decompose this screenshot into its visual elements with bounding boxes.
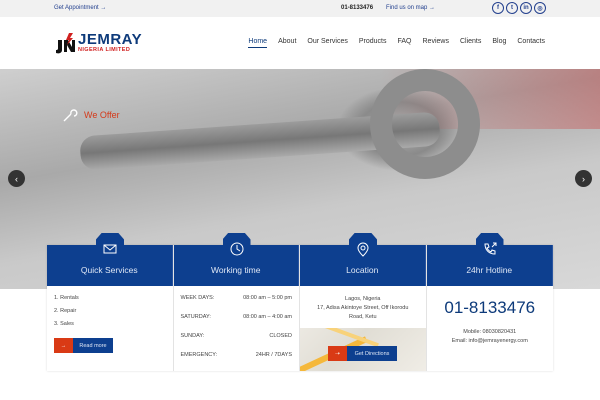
header: JEMRAY NIGERIA LIMITED Home About Our Se… bbox=[0, 17, 600, 69]
mobile-number: Mobile: 08030820431 bbox=[463, 329, 517, 335]
hotline-card: 24hr Hotline 01-8133476 Mobile: 08030820… bbox=[426, 233, 553, 371]
get-directions-button[interactable]: ⇢ Get Directions bbox=[328, 346, 397, 361]
get-appointment-link[interactable]: Get Appointment → bbox=[54, 5, 106, 11]
working-time-card: Working time WEEK DAYS: 08:00 am – 5:00 p… bbox=[173, 233, 300, 371]
nav-blog[interactable]: Blog bbox=[492, 38, 506, 48]
nav-reviews[interactable]: Reviews bbox=[423, 38, 449, 48]
get-directions-label: Get Directions bbox=[347, 346, 397, 361]
day-label: WEEK DAYS: bbox=[180, 295, 215, 301]
slider-prev-button[interactable]: ‹ bbox=[8, 170, 25, 187]
facebook-icon[interactable]: f bbox=[492, 2, 504, 14]
email-address[interactable]: Email: info@jemrayenergy.com bbox=[434, 337, 547, 346]
top-bar: Get Appointment → 01-8133476 Find us on … bbox=[0, 0, 600, 17]
arrow-right-icon: → bbox=[54, 338, 73, 353]
quick-services-card: Quick Services 1. Rentals 2. Repair 3. S… bbox=[47, 233, 174, 371]
nav-our-services[interactable]: Our Services bbox=[307, 38, 347, 48]
slider-next-button[interactable]: › bbox=[575, 170, 592, 187]
read-more-label: Read more bbox=[73, 338, 113, 353]
map-thumbnail[interactable]: ⇢ Get Directions bbox=[300, 328, 426, 371]
hours-value: 24HR / 7DAYS bbox=[255, 352, 292, 358]
day-label: SUNDAY: bbox=[180, 333, 205, 339]
list-item: 3. Sales bbox=[54, 321, 74, 327]
map-pin-icon bbox=[357, 242, 369, 257]
location-city: Lagos, Nigeria bbox=[345, 296, 381, 302]
we-offer: We Offer bbox=[62, 107, 120, 123]
hours-row: EMERGENCY: 24HR / 7DAYS bbox=[181, 352, 293, 371]
nav-products[interactable]: Products bbox=[359, 38, 387, 48]
location-address: 17, Adisa Akintoye Street, Off Ikorodu R… bbox=[317, 305, 409, 320]
nav-faq[interactable]: FAQ bbox=[397, 38, 411, 48]
top-phone: 01-8133476 bbox=[341, 5, 374, 11]
envelope-icon bbox=[103, 244, 117, 254]
phone-icon bbox=[483, 242, 496, 255]
hours-row: SUNDAY: CLOSED bbox=[181, 333, 293, 352]
find-on-map-link[interactable]: Find us on map → bbox=[386, 5, 435, 11]
logo-mark-icon bbox=[54, 32, 78, 54]
day-label: EMERGENCY: bbox=[180, 352, 218, 358]
info-cards: Quick Services 1. Rentals 2. Repair 3. S… bbox=[47, 233, 553, 371]
hours-row: WEEK DAYS: 08:00 am – 5:00 pm bbox=[181, 295, 293, 314]
logo[interactable]: JEMRAY NIGERIA LIMITED bbox=[54, 32, 142, 54]
list-item: 1. Rentals bbox=[54, 295, 79, 301]
linkedin-icon[interactable]: in bbox=[520, 2, 532, 14]
directions-icon: ⇢ bbox=[328, 346, 347, 361]
clock-icon bbox=[230, 242, 243, 256]
logo-name: JEMRAY bbox=[78, 31, 143, 48]
wrench-icon bbox=[63, 109, 78, 122]
nav-home[interactable]: Home bbox=[248, 38, 268, 48]
main-nav: Home About Our Services Products FAQ Rev… bbox=[248, 38, 545, 48]
hotline-number[interactable]: 01-8133476 bbox=[434, 298, 547, 318]
we-offer-label: We Offer bbox=[84, 110, 120, 120]
nav-about[interactable]: About bbox=[278, 38, 296, 48]
hours-row: SATURDAY: 08:00 am – 4:00 am bbox=[181, 314, 293, 333]
location-card: Location Lagos, Nigeria 17, Adisa Akinto… bbox=[300, 233, 427, 371]
read-more-button[interactable]: → Read more bbox=[54, 338, 113, 353]
nav-clients[interactable]: Clients bbox=[460, 38, 481, 48]
social-links: f t in ◎ bbox=[492, 2, 546, 14]
list-item: 2. Repair bbox=[54, 308, 77, 314]
nav-contacts[interactable]: Contacts bbox=[517, 38, 545, 48]
twitter-icon[interactable]: t bbox=[506, 2, 518, 14]
hours-value: 08:00 am – 4:00 am bbox=[243, 314, 292, 320]
hours-value: CLOSED bbox=[269, 333, 292, 339]
hours-value: 08:00 am – 5:00 pm bbox=[243, 295, 292, 301]
day-label: SATURDAY: bbox=[180, 314, 211, 320]
instagram-icon[interactable]: ◎ bbox=[534, 2, 546, 14]
